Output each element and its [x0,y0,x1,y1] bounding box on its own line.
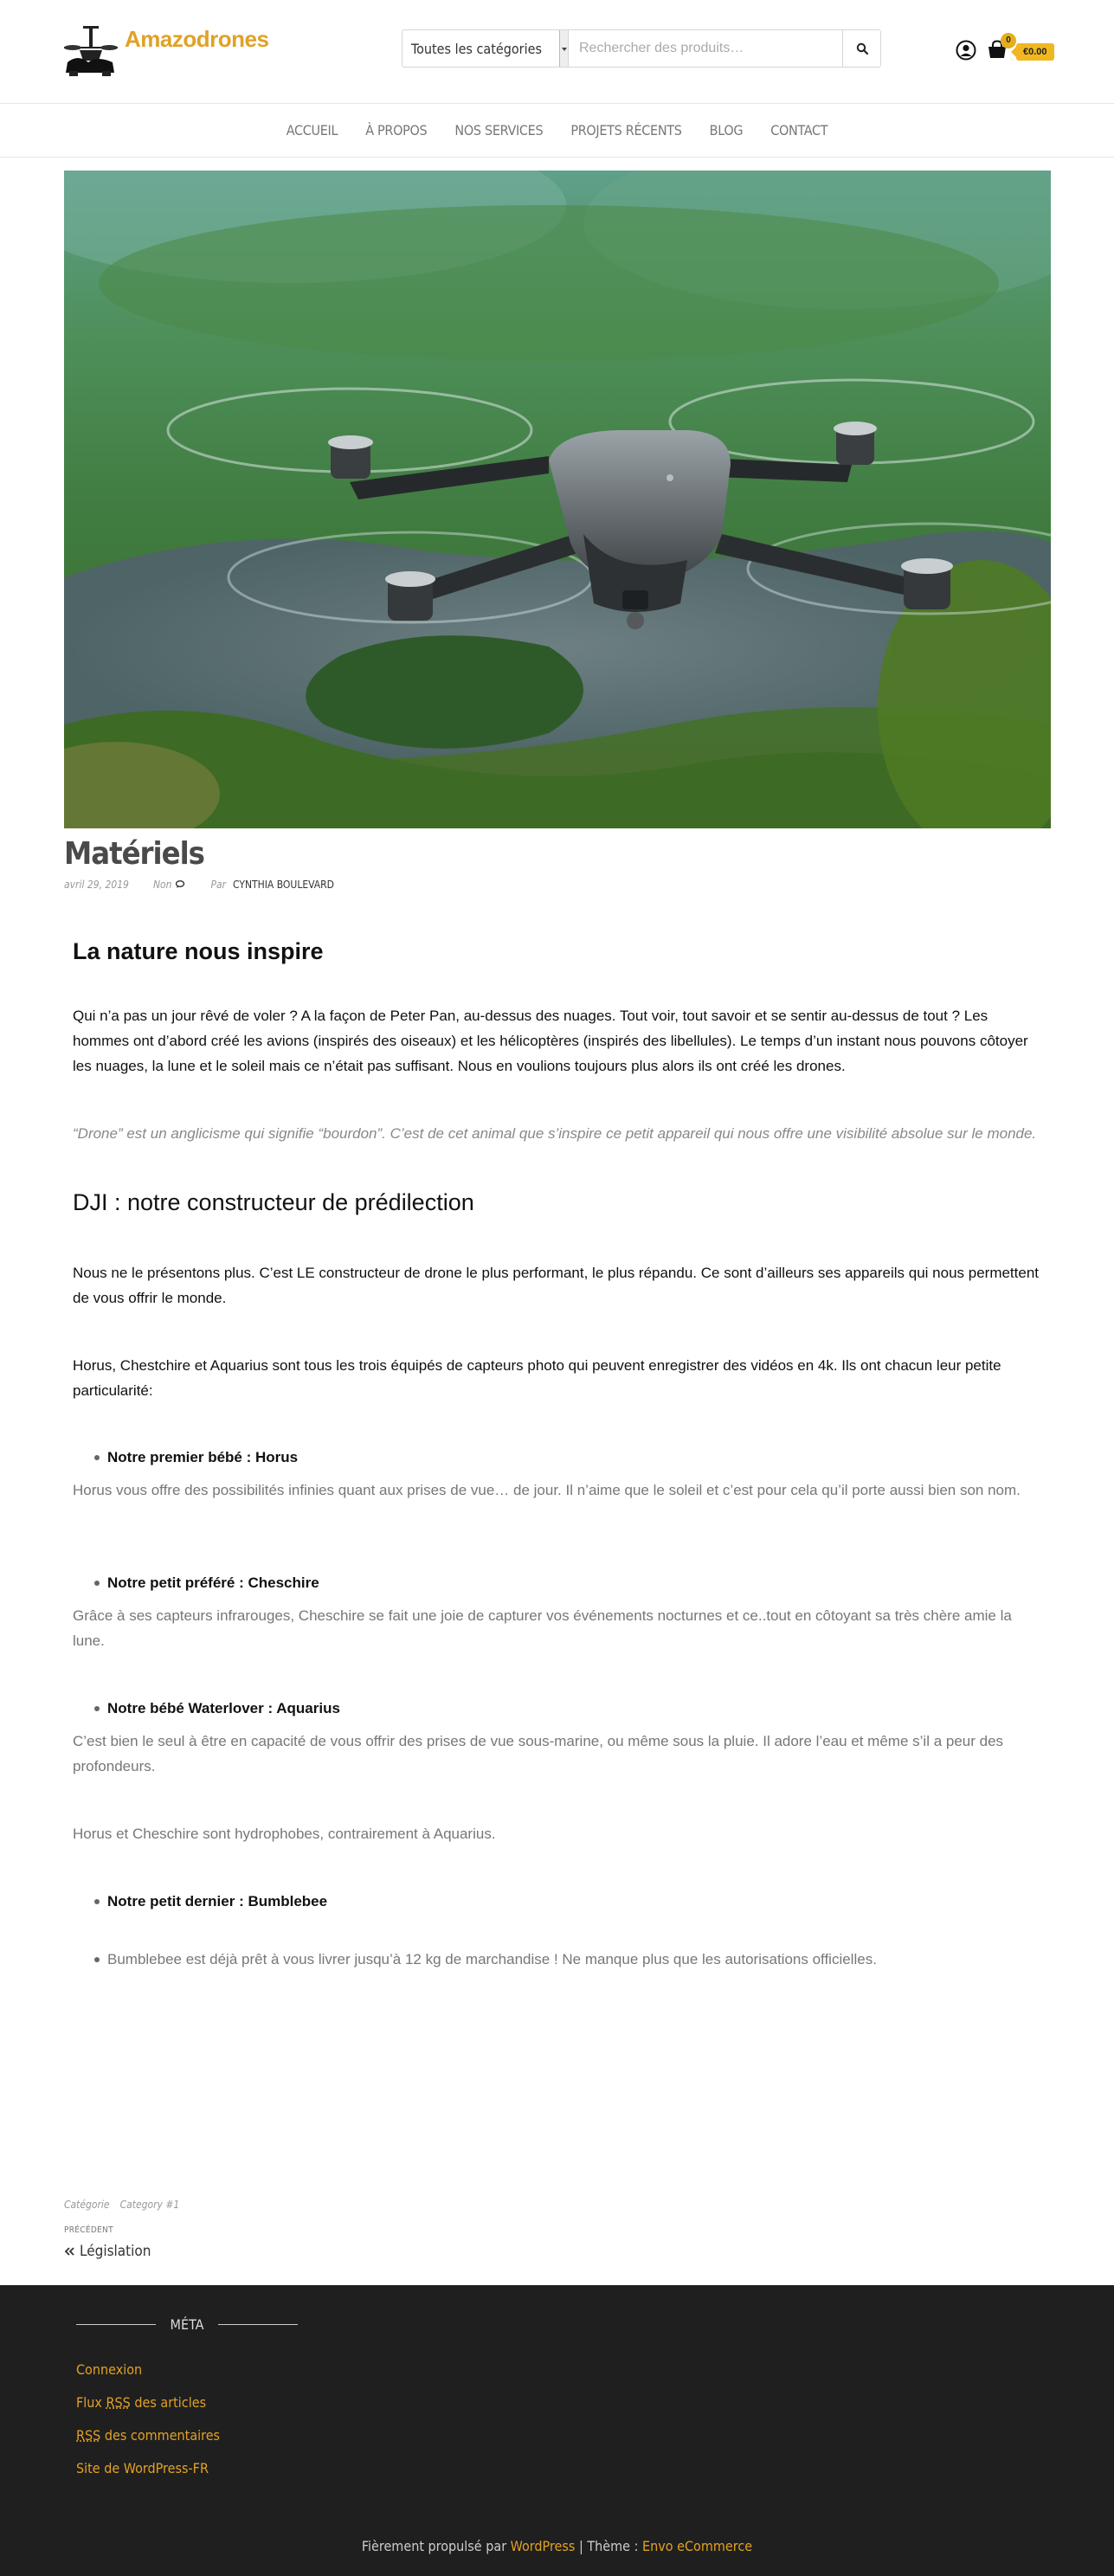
category-label: Catégorie [64,2199,110,2211]
post-date[interactable]: avril 29, 2019 [64,879,129,891]
category-link[interactable]: Category #1 [120,2199,180,2211]
rss-comments-link[interactable]: RSS des commentaires [76,2427,220,2444]
nav-item-nos-services[interactable]: NOS SERVICES [441,122,557,138]
meta-widget-header: MÉTA [76,2316,298,2333]
post-comments[interactable]: Non [153,879,187,891]
previous-post-link[interactable]: Législation [64,2243,151,2260]
paragraph-horus: Horus vous offre des possibilités infini… [73,1482,1021,1498]
previous-post-title: Législation [80,2243,151,2260]
list-item-bumblebee: Notre petit dernier : Bumblebee [93,1889,327,1914]
main-navigation: ACCUEIL À PROPOS NOS SERVICES PROJETS RÉ… [0,104,1114,158]
login-link[interactable]: Connexion [76,2361,142,2378]
wordpress-fr-link[interactable]: Site de WordPress-FR [76,2460,209,2476]
credits-separator: | Thème : [575,2538,643,2554]
search-icon [856,42,868,55]
heading-dji: DJI : notre constructeur de prédilection [73,1189,474,1215]
paragraph-dji: Nous ne le présentons plus. C’est LE con… [73,1265,1040,1306]
comments-icon [176,880,185,888]
user-account-icon[interactable] [956,40,976,61]
category-select-value: Toutes les catégories [411,41,542,57]
blockquote: “Drone” est un anglicisme qui signifie “… [73,1125,1037,1142]
previous-post-label: PRÉCÉDENT [64,2225,113,2235]
drone-hero-image [64,171,1051,828]
list-item-horus: Notre premier bébé : Horus [93,1445,298,1470]
nav-item-a-propos[interactable]: À PROPOS [351,122,441,138]
nav-item-contact[interactable]: CONTACT [757,122,841,138]
rss-comments-suffix: des commentaires [100,2427,221,2444]
wordpress-link[interactable]: WordPress [511,2538,576,2554]
paragraph-models: Horus, Chestchire et Aquarius sont tous … [73,1357,1001,1399]
list-item-bumblebee-text: Bumblebee est déjà prêt à vous livrer ju… [94,1947,877,1972]
theme-link[interactable]: Envo eCommerce [642,2538,752,2554]
list-item-cheschire: Notre petit préféré : Cheschire [94,1570,319,1595]
product-search-form: Toutes les catégories [402,29,881,68]
chevron-down-icon[interactable] [559,30,568,67]
rss-abbr: RSS [76,2427,101,2444]
divider [218,2324,298,2325]
list-item-aquarius: Notre bébé Waterlover : Aquarius [94,1696,340,1721]
paragraph-hydrophobes: Horus et Cheschire sont hydrophobes, con… [73,1826,496,1842]
double-chevron-left-icon [64,2247,74,2256]
heading-nature: La nature nous inspire [73,938,324,964]
post-author[interactable]: CYNTHIA BOULEVARD [233,879,334,891]
nav-item-blog[interactable]: BLOG [696,122,757,138]
footer-credits: Fièrement propulsé par WordPress | Thème… [0,2538,1114,2554]
rss-articles-link[interactable]: Flux RSS des articles [76,2394,206,2411]
post-author-prefix: Par [210,879,227,891]
divider [76,2324,156,2325]
meta-widget-title: MÉTA [170,2316,204,2333]
nav-item-accueil[interactable]: ACCUEIL [273,122,351,138]
site-header: Amazodrones Toutes les catégories 0 €0.0… [0,0,1114,104]
nav-item-projets-recents[interactable]: PROJETS RÉCENTS [557,122,695,138]
rss-articles-prefix: Flux [76,2394,106,2411]
post-meta: avril 29, 2019 Non Par CYNTHIA BOULEVARD [64,879,334,891]
search-button[interactable] [842,30,880,67]
post-title: Matériels [64,836,205,872]
paragraph-intro: Qui n’a pas un jour rêvé de voler ? A la… [73,1008,1028,1074]
drone-logo-icon[interactable] [62,23,119,78]
category-select[interactable]: Toutes les catégories [402,30,569,67]
search-input[interactable] [569,30,842,67]
paragraph-cheschire: Grâce à ses capteurs infrarouges, Chesch… [73,1607,1012,1649]
site-title[interactable]: Amazodrones [125,26,269,53]
rss-articles-suffix: des articles [130,2394,207,2411]
rss-abbr: RSS [106,2394,131,2411]
site-footer: MÉTA Connexion Flux RSS des articles RSS… [0,2285,1114,2576]
credits-prefix: Fièrement propulsé par [361,2538,511,2554]
post-category: Catégorie Category #1 [64,2199,179,2211]
cart-total-badge[interactable]: €0.00 [1011,43,1054,61]
paragraph-aquarius: C’est bien le seul à être en capacité de… [73,1733,1004,1774]
comments-count: Non [152,879,172,891]
